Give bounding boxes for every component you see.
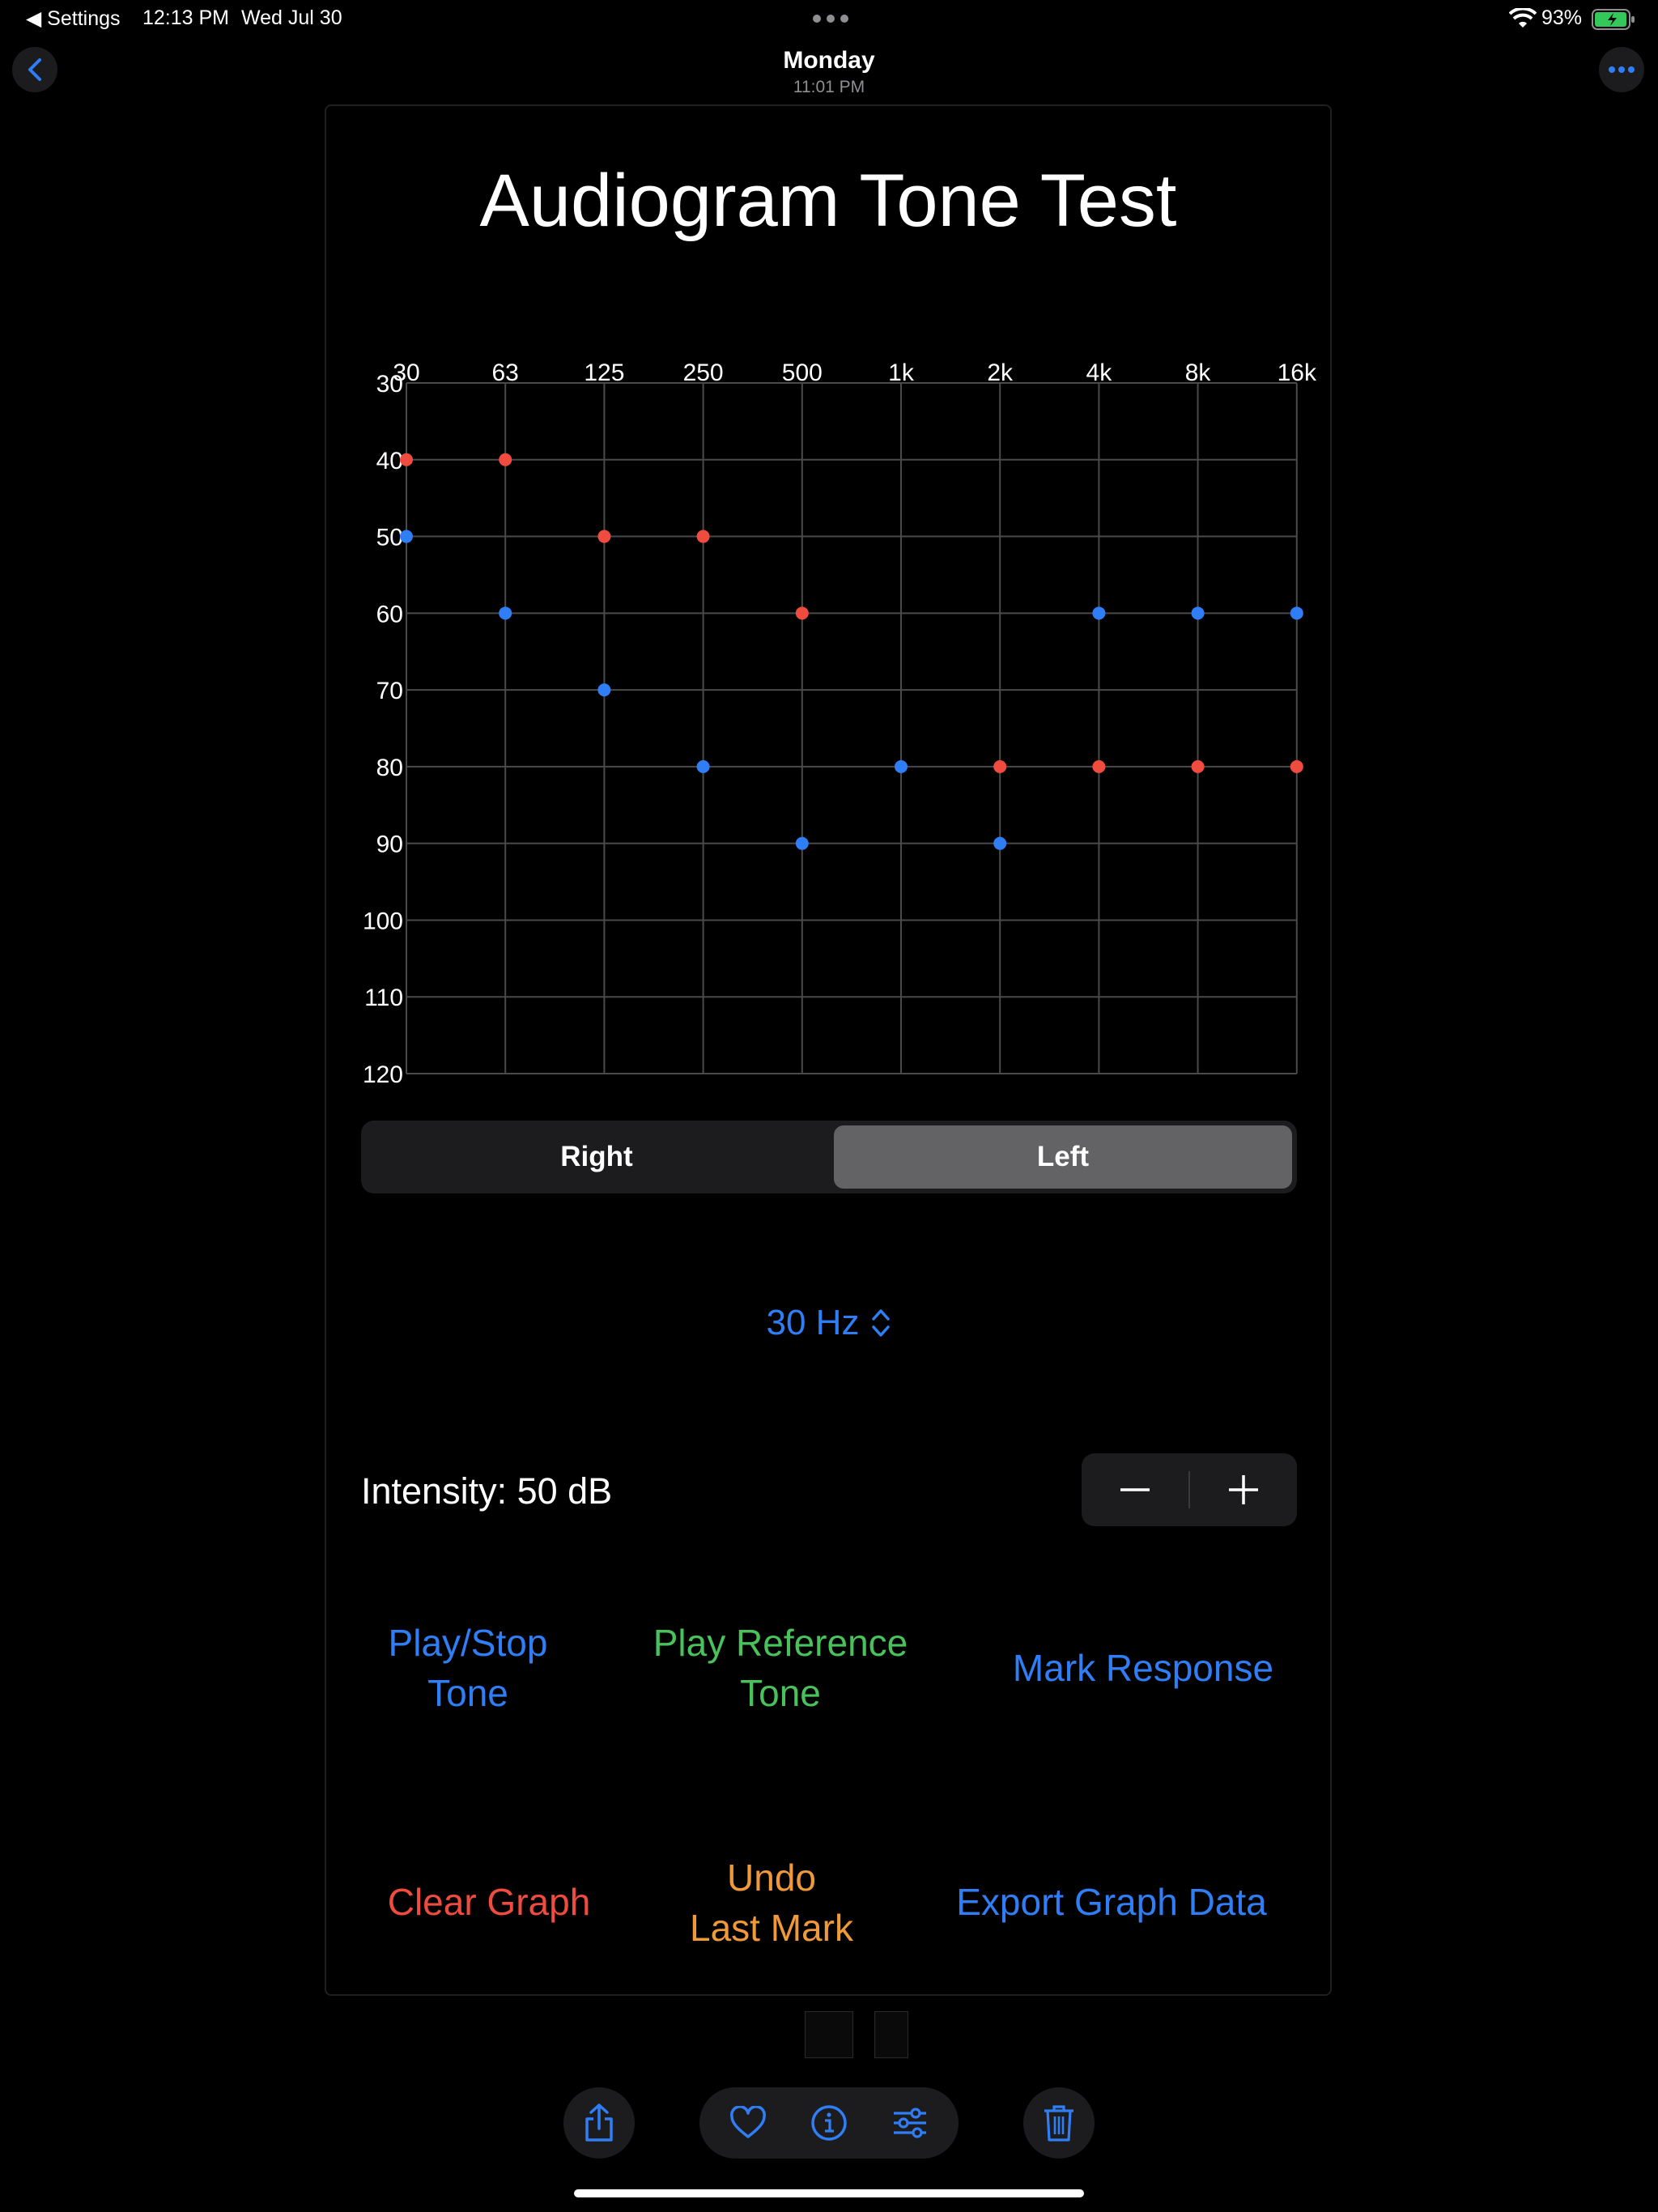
status-back-app[interactable]: ◀ Settings bbox=[26, 6, 121, 31]
battery-percent: 93% bbox=[1541, 6, 1583, 29]
share-icon bbox=[585, 2104, 613, 2142]
favorite-button[interactable] bbox=[708, 2087, 789, 2159]
play-stop-tone-button[interactable]: Play/Stop Tone bbox=[348, 1618, 588, 1718]
frequency-value: 30 Hz bbox=[766, 1303, 860, 1342]
play-ref-line2: Tone bbox=[740, 1672, 821, 1714]
info-icon bbox=[811, 2105, 847, 2141]
mark-response-button[interactable]: Mark Response bbox=[989, 1643, 1297, 1693]
ear-segmented-control: Right Left bbox=[361, 1121, 1297, 1193]
play-stop-line2: Tone bbox=[427, 1672, 508, 1714]
page-thumbnail-1[interactable] bbox=[805, 2011, 853, 2058]
adjust-button[interactable] bbox=[869, 2087, 950, 2159]
nav-subtitle: 11:01 PM bbox=[793, 78, 865, 96]
clear-graph-button[interactable]: Clear Graph bbox=[368, 1877, 610, 1927]
segment-right[interactable]: Right bbox=[366, 1125, 827, 1189]
minus-icon bbox=[1120, 1488, 1150, 1491]
plus-icon bbox=[1229, 1475, 1258, 1504]
heart-icon bbox=[730, 2106, 766, 2138]
decrease-button[interactable] bbox=[1082, 1453, 1188, 1526]
home-indicator bbox=[574, 2189, 1084, 2197]
sliders-icon bbox=[894, 2108, 926, 2138]
intensity-label: Intensity: 50 dB bbox=[361, 1470, 613, 1512]
info-button[interactable] bbox=[789, 2087, 869, 2159]
play-stop-line1: Play/Stop bbox=[388, 1622, 548, 1664]
status-time: 12:13 PM bbox=[142, 6, 230, 29]
trash-icon bbox=[1044, 2105, 1073, 2142]
export-graph-data-button[interactable]: Export Graph Data bbox=[939, 1877, 1284, 1927]
nav-title: Monday bbox=[783, 47, 875, 74]
share-button[interactable] bbox=[563, 2087, 635, 2159]
chevron-up-down-icon bbox=[872, 1309, 891, 1337]
increase-button[interactable] bbox=[1190, 1453, 1297, 1526]
toolbar-pill bbox=[699, 2087, 959, 2159]
segment-left[interactable]: Left bbox=[834, 1125, 1292, 1189]
undo-line2: Last Mark bbox=[690, 1907, 853, 1949]
ellipsis-icon bbox=[1609, 66, 1635, 73]
battery-icon bbox=[1592, 8, 1635, 35]
more-button[interactable] bbox=[1599, 47, 1644, 92]
page-thumbnail-2[interactable] bbox=[874, 2011, 908, 2058]
status-date: Wed Jul 30 bbox=[241, 6, 342, 29]
multitasking-dots-icon[interactable] bbox=[813, 15, 848, 23]
play-ref-line1: Play Reference bbox=[653, 1622, 908, 1664]
intensity-stepper bbox=[1082, 1453, 1297, 1526]
undo-last-mark-button[interactable]: Undo Last Mark bbox=[654, 1853, 889, 1953]
play-reference-tone-button[interactable]: Play Reference Tone bbox=[619, 1618, 942, 1718]
delete-button[interactable] bbox=[1023, 2087, 1095, 2159]
wifi-icon bbox=[1508, 6, 1537, 33]
frequency-picker[interactable]: 30 Hz bbox=[729, 1295, 929, 1351]
app-title: Audiogram Tone Test bbox=[479, 160, 1177, 242]
undo-line1: Undo bbox=[727, 1857, 816, 1899]
